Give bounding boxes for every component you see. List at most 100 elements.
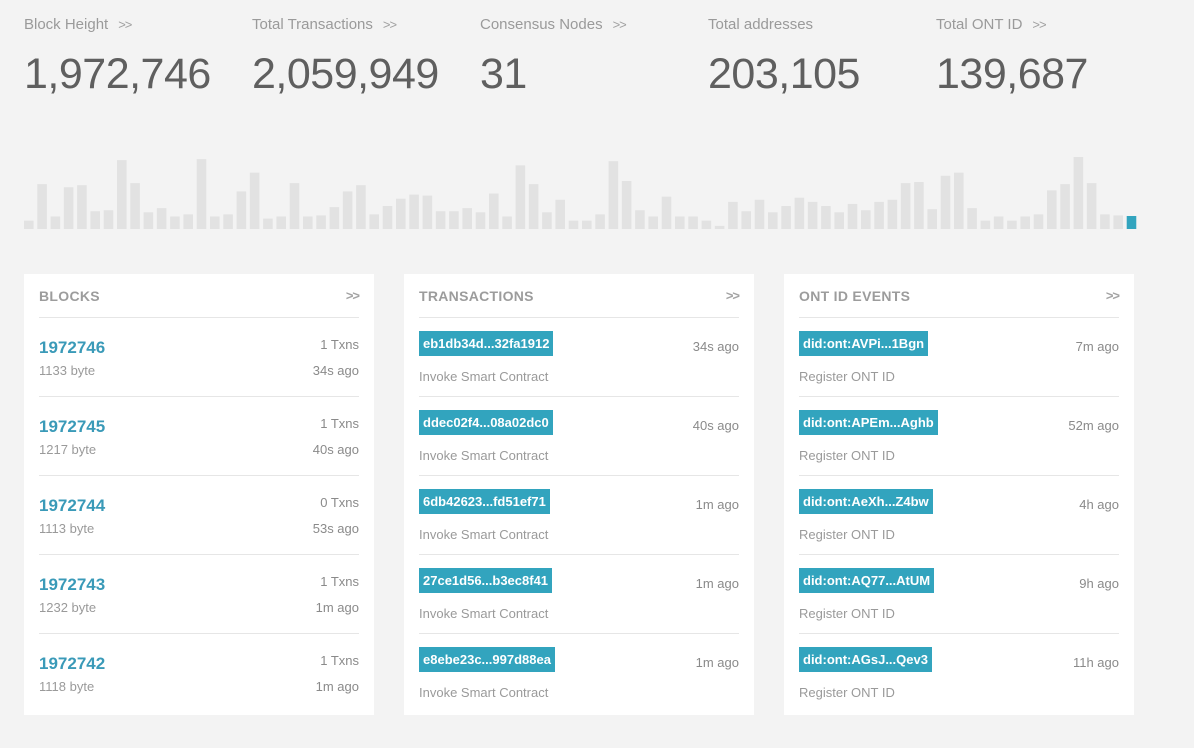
stat-link-total-transactions[interactable]: Total Transactions >> bbox=[252, 14, 439, 36]
chart-bar bbox=[728, 201, 738, 229]
transactions-list: eb1db34d...32fa1912 Invoke Smart Contract… bbox=[419, 318, 739, 713]
stats-bar: Block Height >> 1,972,746 Total Transact… bbox=[24, 14, 1184, 104]
tx-hash-link[interactable]: 27ce1d56...b3ec8f41 bbox=[419, 568, 553, 593]
chart-bar bbox=[24, 220, 34, 229]
tx-hash-link[interactable]: ddec02f4...08a02dc0 bbox=[419, 410, 553, 435]
block-height-link[interactable]: 1972745 bbox=[39, 417, 105, 437]
ontid-link[interactable]: did:ont:APEm...Aghb bbox=[799, 410, 938, 435]
block-age: 1m ago bbox=[315, 679, 359, 694]
chart-bar bbox=[954, 172, 964, 229]
table-row: 27ce1d56...b3ec8f41 Invoke Smart Contract… bbox=[419, 555, 739, 634]
chart-bar bbox=[90, 211, 100, 229]
chart-bar bbox=[568, 220, 579, 229]
ontid-link[interactable]: did:ont:AVPi...1Bgn bbox=[799, 331, 929, 356]
chart-bar bbox=[1020, 216, 1030, 229]
ontid-event-age: 7m ago bbox=[1075, 339, 1119, 354]
chart-bar bbox=[900, 183, 911, 229]
table-row: 1972746 1133 byte 1 Txns 34s ago bbox=[39, 318, 359, 397]
block-size: 1133 byte bbox=[39, 363, 96, 378]
chart-bar bbox=[608, 161, 619, 229]
stat-total-ont-id: Total ONT ID >> 139,687 bbox=[936, 14, 1088, 97]
chart-bar bbox=[1086, 183, 1097, 229]
tx-hash-link[interactable]: e8ebe23c...997d88ea bbox=[419, 647, 555, 672]
chart-bar bbox=[382, 206, 393, 229]
block-height-link[interactable]: 1972744 bbox=[39, 496, 105, 516]
chart-bar bbox=[1073, 157, 1084, 229]
chart-bar bbox=[807, 201, 818, 229]
block-age: 1m ago bbox=[315, 600, 359, 615]
tx-type: Invoke Smart Contract bbox=[419, 369, 549, 384]
chart-bar bbox=[741, 211, 751, 229]
chart-bar bbox=[342, 191, 353, 229]
chart-bar bbox=[502, 216, 512, 229]
block-activity-chart bbox=[24, 157, 1137, 229]
more-transactions-link[interactable]: >> bbox=[726, 288, 740, 303]
table-row: 6db42623...fd51ef71 Invoke Smart Contract… bbox=[419, 476, 739, 555]
chart-bar bbox=[143, 212, 154, 229]
ontid-link[interactable]: did:ont:AQ77...AtUM bbox=[799, 568, 935, 593]
tx-type: Invoke Smart Contract bbox=[419, 527, 549, 542]
transactions-panel: TRANSACTIONS >> eb1db34d...32fa1912 Invok… bbox=[404, 274, 754, 715]
chart-bar bbox=[223, 214, 233, 229]
more-ontid-link[interactable]: >> bbox=[1106, 288, 1120, 303]
table-row: did:ont:APEm...Aghb Register ONT ID 52m ag… bbox=[799, 397, 1119, 476]
chart-bar bbox=[196, 159, 207, 229]
stat-value: 1,972,746 bbox=[24, 50, 211, 98]
stat-label: Total ONT ID bbox=[936, 16, 1023, 33]
panel-header: BLOCKS >> bbox=[39, 274, 360, 318]
chart-bar bbox=[714, 225, 725, 229]
chart-bar bbox=[661, 196, 672, 229]
stat-block-height: Block Height >> 1,972,746 bbox=[24, 14, 211, 97]
stat-total-addresses: Total addresses 203,105 bbox=[708, 14, 860, 97]
chart-bar bbox=[701, 220, 712, 229]
table-row: did:ont:AQ77...AtUM Register ONT ID 9h ago bbox=[799, 555, 1119, 634]
chart-bar bbox=[462, 208, 472, 229]
table-row: 1972745 1217 byte 1 Txns 40s ago bbox=[39, 397, 359, 476]
stat-link-block-height[interactable]: Block Height >> bbox=[24, 14, 211, 36]
chart-bar bbox=[648, 216, 658, 229]
chart-bar bbox=[1007, 220, 1017, 229]
ontid-event-type: Register ONT ID bbox=[799, 685, 895, 700]
blocks-list: 1972746 1133 byte 1 Txns 34s ago 1972745 1217… bbox=[39, 318, 359, 713]
chart-bar bbox=[927, 209, 937, 229]
tx-hash-link[interactable]: 6db42623...fd51ef71 bbox=[419, 489, 550, 514]
chart-bar bbox=[156, 208, 167, 229]
panel-title: BLOCKS bbox=[39, 287, 100, 304]
block-age: 40s ago bbox=[312, 442, 359, 457]
stat-label: Block Height bbox=[24, 16, 109, 33]
block-age: 34s ago bbox=[312, 363, 359, 378]
ontid-link[interactable]: did:ont:AGsJ...Qev3 bbox=[799, 647, 932, 672]
chart-bar bbox=[967, 208, 977, 229]
ontid-event-age: 52m ago bbox=[1068, 418, 1119, 433]
chart-bar bbox=[475, 212, 486, 229]
block-height-link[interactable]: 1972746 bbox=[39, 338, 105, 358]
chart-bar bbox=[993, 216, 1004, 229]
tx-type: Invoke Smart Contract bbox=[419, 606, 549, 621]
chart-bar bbox=[63, 187, 74, 229]
tx-type: Invoke Smart Contract bbox=[419, 685, 549, 700]
stat-link-consensus-nodes[interactable]: Consensus Nodes >> bbox=[480, 14, 627, 36]
block-txn-count: 1 Txns bbox=[320, 574, 359, 589]
ontid-event-age: 4h ago bbox=[1079, 497, 1119, 512]
ontid-link[interactable]: did:ont:AeXh...Z4bw bbox=[799, 489, 933, 514]
table-row: 1972742 1118 byte 1 Txns 1m ago bbox=[39, 634, 359, 713]
block-size: 1217 byte bbox=[39, 442, 97, 457]
chart-bar bbox=[210, 216, 220, 229]
block-age: 53s ago bbox=[312, 521, 359, 536]
more-arrow-icon: >> bbox=[382, 17, 397, 32]
ontid-events-panel: ONT ID EVENTS >> did:ont:AVPi...1Bgn Regi… bbox=[784, 274, 1134, 715]
block-height-link[interactable]: 1972742 bbox=[39, 654, 105, 674]
stat-link-total-ont-id[interactable]: Total ONT ID >> bbox=[936, 14, 1088, 36]
block-height-link[interactable]: 1972743 bbox=[39, 575, 105, 595]
chart-bar bbox=[861, 210, 871, 229]
stat-value: 31 bbox=[480, 50, 527, 98]
chart-bar bbox=[847, 203, 858, 229]
panel-header: TRANSACTIONS >> bbox=[419, 274, 740, 318]
stat-label: Total Transactions bbox=[252, 16, 373, 33]
chart-bar bbox=[409, 194, 419, 229]
tx-hash-link[interactable]: eb1db34d...32fa1912 bbox=[419, 331, 554, 356]
table-row: did:ont:AeXh...Z4bw Register ONT ID 4h ago bbox=[799, 476, 1119, 555]
block-txn-count: 1 Txns bbox=[320, 416, 359, 431]
more-blocks-link[interactable]: >> bbox=[346, 288, 360, 303]
chart-bar bbox=[422, 195, 433, 229]
